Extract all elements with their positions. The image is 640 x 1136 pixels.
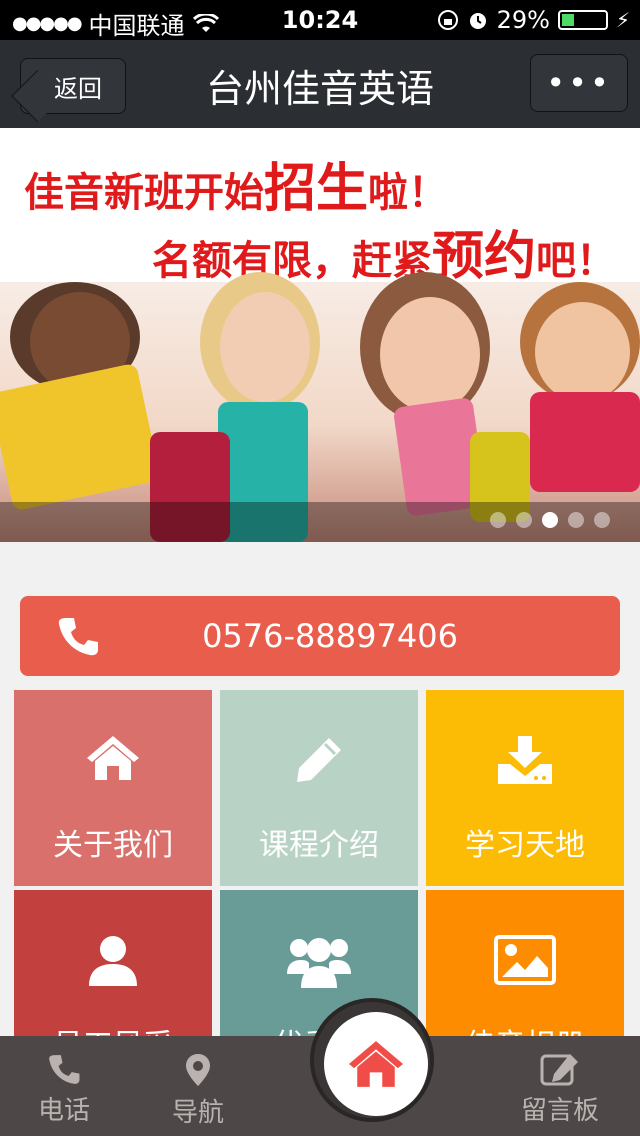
edit-icon	[540, 1054, 578, 1086]
call-phone-button[interactable]: 0576-88897406	[20, 596, 620, 676]
tab-navigate[interactable]: 导航	[148, 1036, 248, 1136]
banner-carousel[interactable]: 佳音新班开始招生啦！ 名额有限，赶紧预约吧！	[0, 128, 640, 542]
home-button[interactable]	[310, 998, 434, 1122]
pencil-icon	[297, 738, 341, 782]
download-icon	[498, 736, 552, 784]
map-pin-icon	[186, 1054, 210, 1086]
carousel-dot-active[interactable]	[542, 512, 558, 528]
tab-call-label: 电话	[37, 1096, 90, 1126]
tab-navigate-label: 导航	[171, 1098, 224, 1128]
tile-courses[interactable]: 课程介绍	[220, 690, 418, 886]
carousel-dot[interactable]	[490, 512, 506, 528]
tile-learning[interactable]: 学习天地	[426, 690, 624, 886]
battery-icon	[557, 10, 608, 30]
tile-label: 关于我们	[53, 828, 173, 863]
home-icon	[87, 736, 139, 780]
phone-number: 0576-88897406	[202, 617, 458, 655]
tile-label: 课程介绍	[259, 828, 379, 863]
group-icon	[287, 938, 351, 988]
promo-line-2: 名额有限，赶紧预约吧！	[151, 227, 616, 287]
tab-message-board[interactable]: 留言板	[510, 1036, 610, 1136]
carousel-dot[interactable]	[568, 512, 584, 528]
alarm-icon	[469, 13, 486, 29]
home-icon	[348, 1041, 404, 1087]
tile-label: 学习天地	[465, 828, 585, 863]
tab-call[interactable]: 电话	[14, 1036, 114, 1136]
carousel-dots[interactable]	[490, 512, 610, 528]
status-right: 29% ⚡	[437, 6, 630, 34]
carousel-dot[interactable]	[594, 512, 610, 528]
phone-icon	[49, 1055, 80, 1084]
nav-bar: 返回 台州佳音英语 •••	[0, 40, 640, 128]
battery-percent: 29%	[496, 6, 550, 34]
carousel-dot[interactable]	[516, 512, 532, 528]
status-bar: ●●●●● 中国联通 10:24 29% ⚡	[0, 0, 640, 40]
more-options-button[interactable]: •••	[530, 54, 628, 112]
tab-message-board-label: 留言板	[520, 1096, 599, 1126]
user-icon	[89, 936, 137, 986]
picture-icon	[494, 935, 556, 985]
promo-line-1: 佳音新班开始招生啦！	[24, 159, 449, 219]
rotation-lock-icon	[437, 10, 458, 30]
promo-header: 佳音新班开始招生啦！ 名额有限，赶紧预约吧！	[0, 128, 640, 287]
charging-icon: ⚡	[615, 8, 630, 32]
phone-icon	[58, 618, 98, 656]
back-button-label: 返回	[54, 74, 102, 103]
tile-about-us[interactable]: 关于我们	[14, 690, 212, 886]
more-icon: •••	[546, 64, 612, 102]
